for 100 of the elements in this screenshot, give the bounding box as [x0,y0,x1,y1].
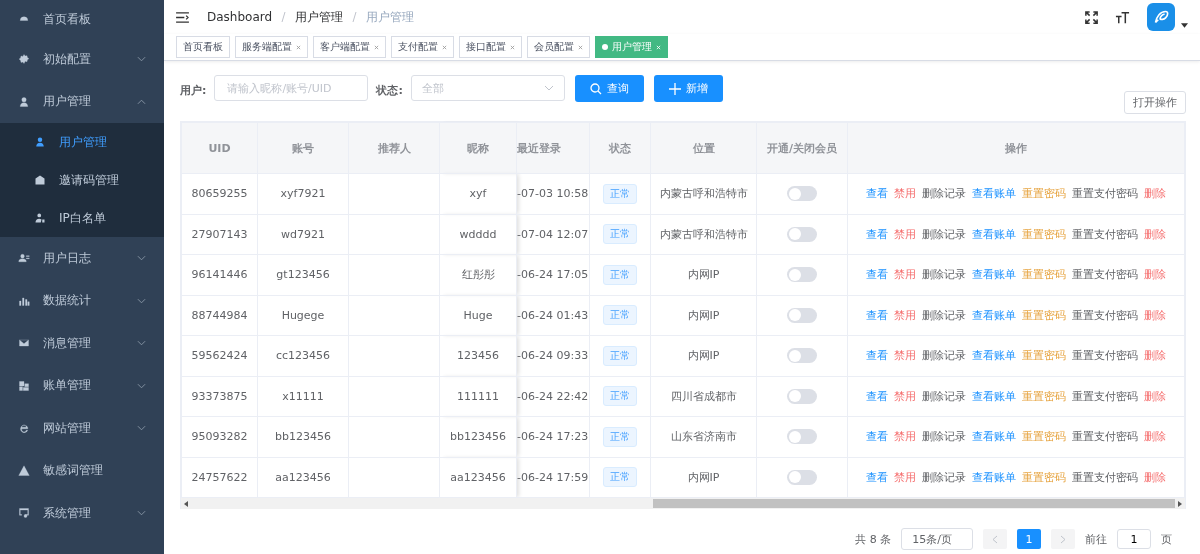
open-actions-button[interactable]: 打开操作 [1124,91,1186,114]
action-link[interactable]: 查看 [866,308,888,322]
action-link[interactable]: 删除 [1144,470,1166,484]
breadcrumb-item[interactable]: Dashboard [207,10,273,24]
action-link[interactable]: 重置密码 [1022,470,1066,484]
search-button[interactable]: 查询 [574,75,644,102]
page-size-select[interactable]: 15条/页 [901,528,973,550]
close-icon[interactable] [442,44,447,50]
vip-toggle[interactable] [787,469,817,485]
action-link[interactable]: 查看 [866,470,888,484]
action-link[interactable]: 查看账单 [972,308,1016,322]
vip-toggle[interactable] [787,429,817,445]
vip-toggle[interactable] [787,226,817,242]
action-link[interactable]: 禁用 [894,470,916,484]
action-link[interactable]: 重置支付密码 [1072,389,1138,403]
sidebar-item[interactable]: 敏感词管理 [0,449,164,492]
action-link[interactable]: 删除记录 [922,430,966,444]
action-link[interactable]: 重置支付密码 [1072,470,1138,484]
action-link[interactable]: 重置支付密码 [1072,187,1138,201]
action-link[interactable]: 查看账单 [972,227,1016,241]
action-link[interactable]: 重置支付密码 [1072,227,1138,241]
action-link[interactable]: 删除 [1144,268,1166,282]
page-button[interactable]: 1 [1017,529,1041,549]
action-link[interactable]: 查看 [866,227,888,241]
action-link[interactable]: 查看账单 [972,187,1016,201]
submenu-item[interactable]: 用户管理 [0,123,164,161]
page-input[interactable]: 1 [1117,529,1151,549]
action-link[interactable]: 禁用 [894,308,916,322]
tab[interactable]: 接口配置 [459,36,522,58]
action-link[interactable]: 禁用 [894,349,916,363]
tab[interactable]: 会员配置 [527,36,590,58]
action-link[interactable]: 删除 [1144,308,1166,322]
sidebar-item[interactable]: 用户管理 [0,80,164,123]
action-link[interactable]: 删除 [1144,187,1166,201]
tab[interactable]: 支付配置 [391,36,454,58]
sidebar-item[interactable]: 数据统计 [0,279,164,322]
action-link[interactable]: 查看账单 [972,430,1016,444]
action-link[interactable]: 禁用 [894,187,916,201]
action-link[interactable]: 重置密码 [1022,268,1066,282]
fullscreen-icon[interactable] [1084,9,1099,25]
close-icon[interactable] [578,44,583,50]
vip-toggle[interactable] [787,348,817,364]
menu-icon[interactable] [176,11,189,23]
sidebar-item[interactable]: 账单管理 [0,364,164,407]
sidebar-item[interactable]: 系统管理 [0,492,164,535]
close-icon[interactable] [374,44,379,50]
scroll-right-icon[interactable] [1178,500,1182,507]
action-link[interactable]: 禁用 [894,227,916,241]
close-icon[interactable] [296,44,301,50]
action-link[interactable]: 禁用 [894,389,916,403]
action-link[interactable]: 删除记录 [922,268,966,282]
sidebar-item[interactable]: 用户日志 [0,237,164,280]
action-link[interactable]: 查看 [866,389,888,403]
vip-toggle[interactable] [787,307,817,323]
action-link[interactable]: 查看 [866,268,888,282]
action-link[interactable]: 删除 [1144,349,1166,363]
submenu-item[interactable]: IP白名单 [0,199,164,237]
tab[interactable]: 用户管理 [595,36,668,58]
action-link[interactable]: 重置密码 [1022,430,1066,444]
breadcrumb-item[interactable]: 用户管理 [295,8,344,26]
action-link[interactable]: 查看账单 [972,349,1016,363]
text-size-icon[interactable] [1115,9,1130,25]
action-link[interactable]: 删除 [1144,389,1166,403]
sidebar-item[interactable]: 初始配置 [0,38,164,81]
avatar[interactable] [1147,3,1175,31]
action-link[interactable]: 重置密码 [1022,187,1066,201]
action-link[interactable]: 删除记录 [922,349,966,363]
action-link[interactable]: 重置支付密码 [1072,430,1138,444]
action-link[interactable]: 重置密码 [1022,389,1066,403]
action-link[interactable]: 重置支付密码 [1072,349,1138,363]
action-link[interactable]: 重置支付密码 [1072,268,1138,282]
action-link[interactable]: 查看账单 [972,389,1016,403]
vip-toggle[interactable] [787,267,817,283]
scrollbar[interactable] [181,498,1185,509]
caret-icon[interactable] [1181,22,1188,28]
scroll-left-icon[interactable] [184,500,188,507]
action-link[interactable]: 查看 [866,187,888,201]
vip-toggle[interactable] [787,388,817,404]
close-icon[interactable] [510,44,515,50]
sidebar-item[interactable]: 网站管理 [0,407,164,450]
action-link[interactable]: 查看 [866,430,888,444]
action-link[interactable]: 重置支付密码 [1072,308,1138,322]
action-link[interactable]: 重置密码 [1022,308,1066,322]
action-link[interactable]: 删除 [1144,227,1166,241]
sidebar-item[interactable]: 首页看板 [0,0,164,38]
action-link[interactable]: 查看账单 [972,268,1016,282]
action-link[interactable]: 删除记录 [922,308,966,322]
action-link[interactable]: 禁用 [894,430,916,444]
add-button[interactable]: 新增 [653,75,723,102]
action-link[interactable]: 重置密码 [1022,227,1066,241]
action-link[interactable]: 重置密码 [1022,349,1066,363]
action-link[interactable]: 查看账单 [972,470,1016,484]
tab[interactable]: 首页看板 [176,36,230,58]
action-link[interactable]: 禁用 [894,268,916,282]
submenu-item[interactable]: 邀请码管理 [0,161,164,199]
action-link[interactable]: 查看 [866,349,888,363]
tab[interactable]: 服务端配置 [235,36,308,58]
vip-toggle[interactable] [787,186,817,202]
action-link[interactable]: 删除记录 [922,389,966,403]
tab[interactable]: 客户端配置 [313,36,386,58]
